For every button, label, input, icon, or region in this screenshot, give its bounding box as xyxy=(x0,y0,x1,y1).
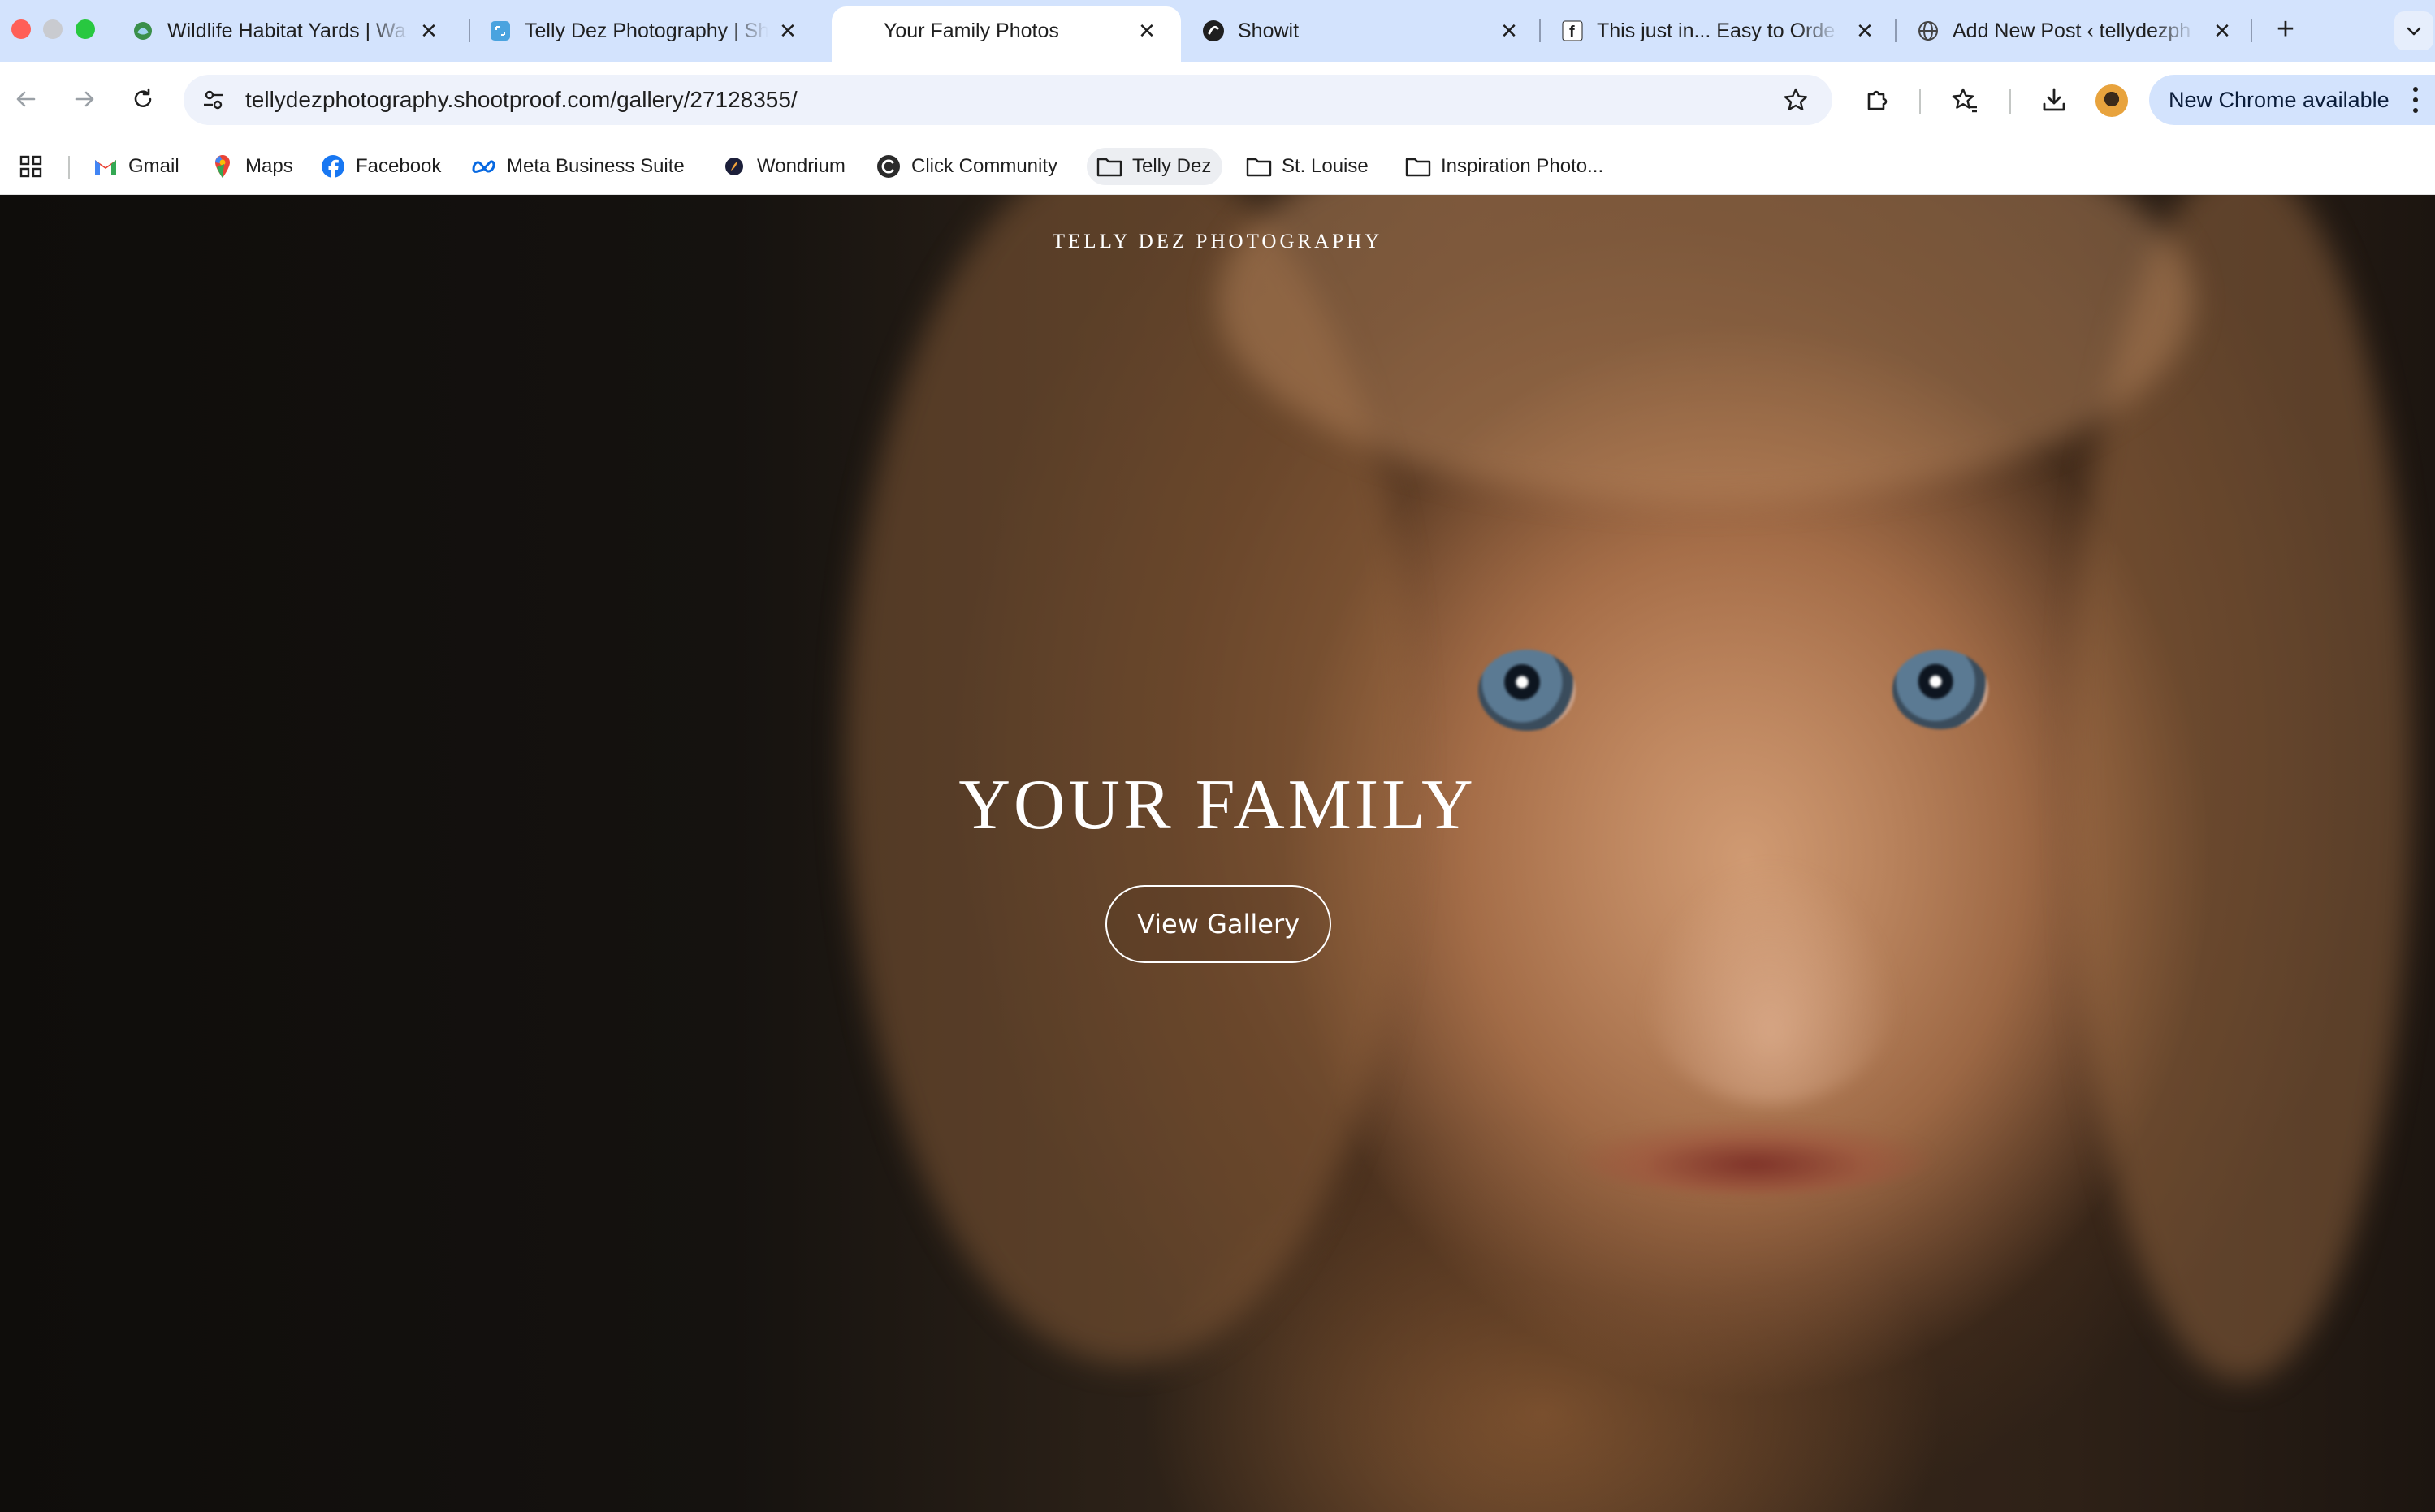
arrow-right-icon xyxy=(75,91,94,107)
bookmark-gmail[interactable]: Gmail xyxy=(93,148,179,185)
tab-showit[interactable]: Showit ✕ xyxy=(1184,6,1533,55)
showit-favicon xyxy=(1202,19,1225,42)
bookmark-label: Maps xyxy=(245,155,293,177)
hero-photo-left-eye xyxy=(1478,650,1576,731)
folder-icon xyxy=(1096,153,1122,179)
bookmark-label: Facebook xyxy=(356,155,442,177)
bookmark-facebook[interactable]: Facebook xyxy=(320,148,441,185)
reload-button[interactable] xyxy=(123,80,162,119)
shootproof-favicon xyxy=(489,19,512,42)
bookmark-maps[interactable]: Maps xyxy=(210,148,293,185)
puzzle-icon xyxy=(1867,90,1888,110)
tab-title: This just in... Easy to Orde xyxy=(1597,19,1836,42)
bookmarks-button[interactable] xyxy=(1946,81,1983,119)
bookmark-meta-business-suite[interactable]: Meta Business Suite xyxy=(471,148,685,185)
bookmark-label: Telly Dez xyxy=(1132,155,1212,177)
tab-strip: Wildlife Habitat Yards | Wa ✕ Telly Dez … xyxy=(0,0,2435,62)
bookmarks-separator xyxy=(68,156,70,179)
bookmark-folder-telly-dez[interactable]: Telly Dez xyxy=(1087,148,1223,185)
tab-close-icon[interactable]: ✕ xyxy=(1132,16,1161,45)
new-tab-button[interactable]: + xyxy=(2266,11,2305,50)
tab-title: Telly Dez Photography | Sh xyxy=(525,19,768,42)
toolbar-separator xyxy=(2009,89,2011,114)
tab-close-icon[interactable]: ✕ xyxy=(1850,16,1879,45)
wildlife-favicon xyxy=(132,19,154,42)
arrow-left-icon xyxy=(16,91,36,107)
tab-close-icon[interactable]: ✕ xyxy=(773,16,802,45)
tab-facebook-post[interactable]: f This just in... Easy to Orde ✕ xyxy=(1543,6,1892,55)
tab-separator xyxy=(1895,19,1897,42)
bookmark-folder-st-louise[interactable]: St. Louise xyxy=(1246,148,1369,185)
apps-button[interactable] xyxy=(18,148,54,185)
tab-close-icon[interactable]: ✕ xyxy=(2208,16,2237,45)
facebook-favicon: f xyxy=(1561,19,1584,42)
site-settings-icon[interactable] xyxy=(198,84,229,115)
tab-title: Your Family Photos xyxy=(884,19,1059,42)
window-close-button[interactable] xyxy=(11,19,31,39)
new-chrome-available-button[interactable]: New Chrome available xyxy=(2149,75,2435,125)
gallery-hero: TELLY DEZ PHOTOGRAPHY YOUR FAMILY View G… xyxy=(0,195,2435,1512)
update-label: New Chrome available xyxy=(2169,88,2390,112)
reload-icon xyxy=(134,88,152,107)
window-zoom-button[interactable] xyxy=(76,19,95,39)
bookmark-wondrium[interactable]: Wondrium xyxy=(721,148,846,185)
bookmark-click-community[interactable]: Click Community xyxy=(876,148,1057,185)
meta-icon xyxy=(471,153,497,179)
bookmark-star-icon[interactable] xyxy=(1780,84,1811,115)
download-icon xyxy=(2043,88,2065,111)
window-minimize-button[interactable] xyxy=(43,19,63,39)
extensions-button[interactable] xyxy=(1858,81,1896,119)
tab-title: Add New Post ‹ tellydezph xyxy=(1953,19,2191,42)
hero-photo-nose xyxy=(1641,861,1901,1104)
globe-favicon xyxy=(1917,19,1940,42)
bookmark-label: Inspiration Photo... xyxy=(1441,155,1604,177)
tab-separator xyxy=(1539,19,1541,42)
url-text[interactable]: tellydezphotography.shootproof.com/galle… xyxy=(245,86,798,114)
hero-photo-mouth xyxy=(1576,1121,1933,1194)
bookmarks-bar: Gmail Maps Facebook Meta Business Suite … xyxy=(0,138,2435,195)
browser-toolbar: tellydezphotography.shootproof.com/galle… xyxy=(0,62,2435,138)
profile-avatar[interactable] xyxy=(2095,84,2128,117)
tab-telly-dez-shootproof[interactable]: Telly Dez Photography | Sh ✕ xyxy=(471,6,820,55)
address-bar[interactable]: tellydezphotography.shootproof.com/galle… xyxy=(184,75,1832,125)
tab-wildlife-habitat[interactable]: Wildlife Habitat Yards | Wa ✕ xyxy=(114,6,463,55)
more-options-icon[interactable] xyxy=(2407,84,2424,115)
site-brand[interactable]: TELLY DEZ PHOTOGRAPHY xyxy=(0,231,2435,253)
view-gallery-button[interactable]: View Gallery xyxy=(1105,885,1331,963)
tab-your-family-photos[interactable]: Your Family Photos ✕ xyxy=(832,6,1181,62)
click-community-icon xyxy=(876,153,902,179)
tab-separator xyxy=(2251,19,2252,42)
toolbar-separator xyxy=(1919,89,1921,114)
star-list-icon xyxy=(1952,88,1977,113)
folder-icon xyxy=(1405,153,1431,179)
bookmark-label: Wondrium xyxy=(757,155,846,177)
gmail-icon xyxy=(93,153,119,179)
svg-text:f: f xyxy=(1569,24,1575,41)
tab-separator xyxy=(469,19,470,42)
facebook-icon xyxy=(320,153,346,179)
tab-title: Wildlife Habitat Yards | Wa xyxy=(167,19,406,42)
chevron-down-icon xyxy=(2407,27,2421,36)
tab-add-new-post[interactable]: Add New Post ‹ tellydezph ✕ xyxy=(1899,6,2248,55)
downloads-button[interactable] xyxy=(2035,81,2073,119)
bookmark-folder-inspiration-photo[interactable]: Inspiration Photo... xyxy=(1405,148,1603,185)
tab-close-icon[interactable]: ✕ xyxy=(1494,16,1524,45)
folder-icon xyxy=(1246,153,1272,179)
tab-search-button[interactable] xyxy=(2394,11,2433,50)
wondrium-icon xyxy=(721,153,747,179)
gallery-title: YOUR FAMILY xyxy=(958,766,1477,845)
tab-close-icon[interactable]: ✕ xyxy=(414,16,443,45)
bookmark-label: St. Louise xyxy=(1282,155,1369,177)
hero-photo-right-eye xyxy=(1892,650,1988,729)
tab-title: Showit xyxy=(1238,19,1300,42)
bookmark-label: Gmail xyxy=(128,155,179,177)
bookmark-label: Click Community xyxy=(911,155,1058,177)
apps-grid-icon xyxy=(18,153,44,179)
back-button[interactable] xyxy=(6,80,45,119)
maps-icon xyxy=(210,153,236,179)
bookmark-label: Meta Business Suite xyxy=(507,155,685,177)
forward-button[interactable] xyxy=(65,80,104,119)
